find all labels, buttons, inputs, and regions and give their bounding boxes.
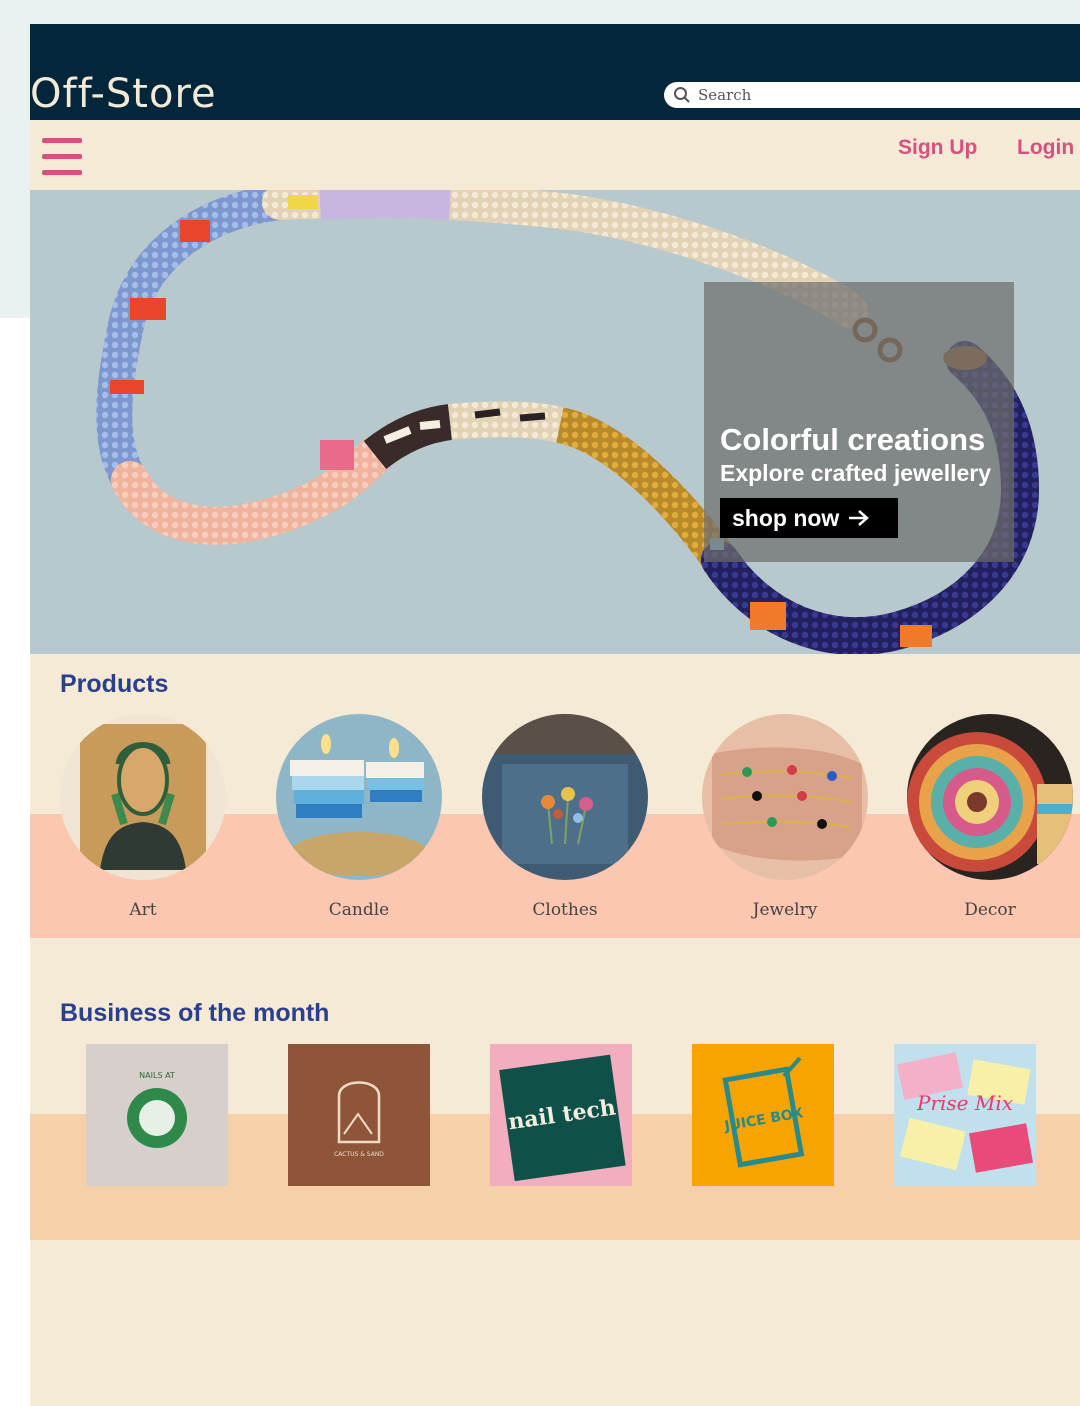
business-logo-3[interactable]: nail tech bbox=[490, 1044, 632, 1186]
hero-overlay: Colorful creations Explore crafted jewel… bbox=[704, 282, 1014, 562]
business-heading: Business of the month bbox=[60, 999, 330, 1027]
store-logo[interactable]: Off-Store bbox=[30, 70, 217, 118]
search-icon bbox=[674, 87, 690, 103]
hero-title: Colorful creations bbox=[720, 422, 986, 457]
shop-now-button[interactable]: shop now bbox=[720, 498, 898, 538]
hamburger-menu-icon[interactable] bbox=[42, 138, 82, 176]
arrow-right-icon bbox=[849, 510, 870, 526]
hero-subtitle: Explore crafted jewellery bbox=[720, 460, 992, 486]
search-placeholder: Search bbox=[698, 86, 752, 104]
product-candle[interactable]: Candle bbox=[274, 714, 444, 920]
clothes-image bbox=[482, 714, 648, 880]
jewelry-image bbox=[702, 714, 868, 880]
business-logo-4[interactable]: JUICE BOX bbox=[692, 1044, 834, 1186]
business-logo-1[interactable]: NAILS AT bbox=[86, 1044, 228, 1186]
product-label-jewelry: Jewelry bbox=[752, 900, 818, 920]
business-logo-5-text: Prise Mix bbox=[916, 1091, 1013, 1115]
header-bar: Off-Store Search bbox=[30, 24, 1080, 120]
product-label-art: Art bbox=[129, 900, 157, 920]
hero-banner: Colorful creations Explore crafted jewel… bbox=[30, 190, 1080, 654]
product-clothes[interactable]: Clothes bbox=[480, 714, 650, 920]
nav-bar: Sign Up Login bbox=[30, 120, 1080, 190]
business-logo-1-text: NAILS AT bbox=[139, 1071, 175, 1080]
business-logo-2-text: CACTUS & SAND bbox=[334, 1151, 384, 1158]
login-link[interactable]: Login bbox=[1017, 136, 1074, 160]
signup-link[interactable]: Sign Up bbox=[898, 136, 977, 160]
product-decor[interactable]: Decor bbox=[905, 714, 1075, 920]
product-art[interactable]: Art bbox=[58, 714, 228, 920]
search-input[interactable]: Search bbox=[664, 82, 1080, 108]
product-label-decor: Decor bbox=[964, 900, 1016, 920]
product-label-candle: Candle bbox=[328, 900, 390, 920]
business-logo-2[interactable]: CACTUS & SAND bbox=[288, 1044, 430, 1186]
decor-image bbox=[907, 714, 1073, 880]
products-heading: Products bbox=[60, 670, 169, 698]
shop-now-label: shop now bbox=[732, 504, 840, 531]
product-label-clothes: Clothes bbox=[532, 900, 598, 920]
business-logo-5[interactable]: Prise Mix bbox=[894, 1044, 1036, 1186]
candle-image bbox=[276, 714, 442, 880]
art-image bbox=[60, 714, 226, 880]
store-page: Off-Store Search Sign Up Login Colorful … bbox=[30, 24, 1080, 1406]
product-jewelry[interactable]: Jewelry bbox=[700, 714, 870, 920]
